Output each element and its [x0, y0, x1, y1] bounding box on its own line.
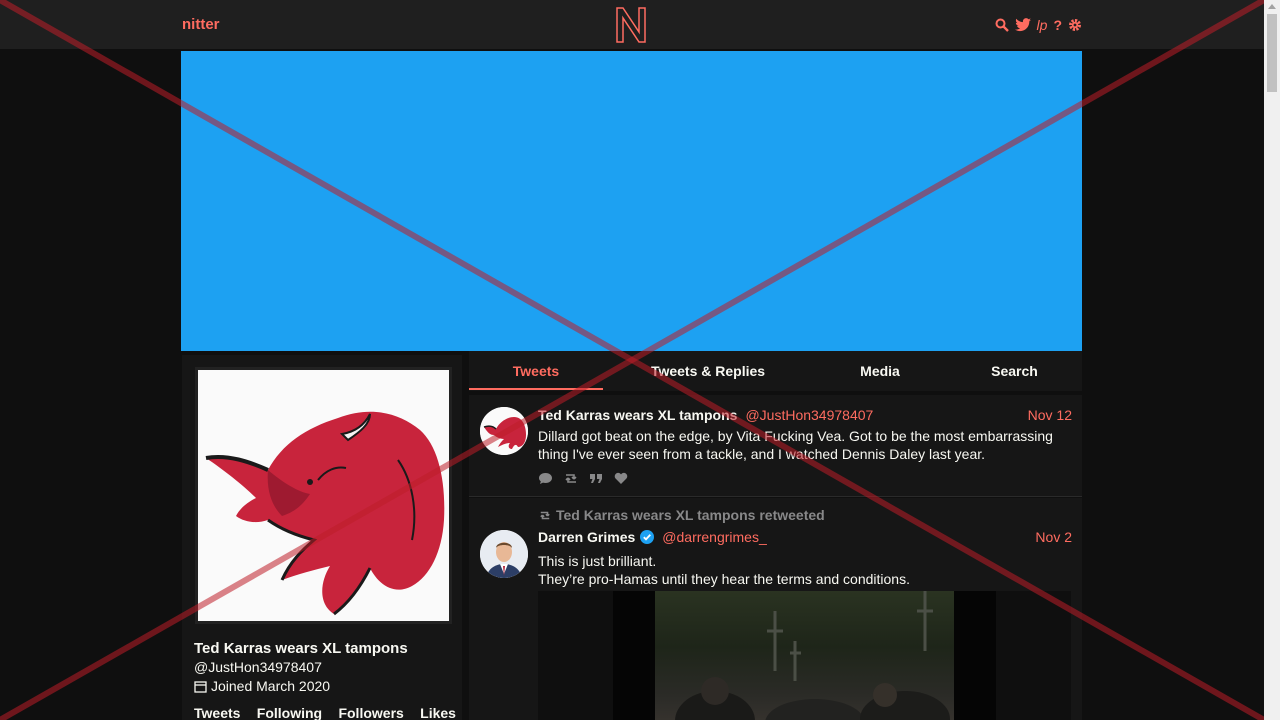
quote-icon[interactable]: [589, 472, 604, 485]
tweet-avatar[interactable]: [480, 407, 528, 455]
calendar-icon: [194, 680, 207, 693]
stat-likes-label[interactable]: Likes: [420, 705, 456, 720]
gear-icon[interactable]: [1068, 18, 1082, 32]
tweet-content-line: They’re pro-Hamas until they hear the te…: [538, 571, 910, 587]
profile-banner[interactable]: [181, 51, 1082, 351]
nav-icons: lp ?: [995, 16, 1082, 34]
scroll-up-arrow-icon[interactable]: [1268, 4, 1276, 9]
verified-icon: [640, 530, 655, 544]
profile-username[interactable]: @JustHon34978407: [194, 659, 322, 675]
tweet-stats: [538, 472, 628, 485]
profile-fullname[interactable]: Ted Karras wears XL tampons: [194, 640, 408, 657]
retweet-icon[interactable]: [563, 472, 579, 485]
search-icon[interactable]: [995, 18, 1009, 32]
profile-avatar[interactable]: [195, 367, 452, 624]
person-avatar-icon: [480, 530, 528, 578]
stat-tweets-label[interactable]: Tweets: [194, 705, 240, 720]
tweet-avatar[interactable]: [480, 530, 528, 578]
tweet-date[interactable]: Nov 12: [1028, 407, 1072, 423]
tweet-content: This is just brilliant. They’re pro-Hama…: [538, 552, 1062, 588]
stat-followers-label[interactable]: Followers: [338, 705, 403, 720]
scrollbar[interactable]: [1264, 0, 1280, 720]
tab-media[interactable]: Media: [813, 351, 947, 391]
tab-tweets-replies[interactable]: Tweets & Replies: [603, 351, 813, 391]
timeline-tabs: Tweets Tweets & Replies Media Search: [469, 351, 1082, 391]
tweet-header: Darren Grimes @darrengrimes_ Nov 2: [538, 529, 1072, 545]
brand-link[interactable]: nitter: [182, 16, 220, 33]
tweet-item[interactable]: Ted Karras wears XL tampons @JustHon3497…: [469, 395, 1082, 497]
bull-logo-icon: [198, 370, 449, 621]
tab-search[interactable]: Search: [947, 351, 1082, 391]
twitter-bird-icon[interactable]: [1014, 18, 1031, 32]
retweet-header-text[interactable]: Ted Karras wears XL tampons retweeted: [556, 507, 825, 523]
comment-icon[interactable]: [538, 472, 553, 485]
tweet-fullname[interactable]: Ted Karras wears XL tampons: [538, 407, 737, 423]
video-thumbnail[interactable]: [655, 591, 954, 720]
bull-avatar-icon: [480, 407, 528, 455]
retweet-icon: [540, 511, 550, 519]
tweet-media[interactable]: [538, 591, 1071, 720]
tweet-username[interactable]: @JustHon34978407: [745, 407, 873, 423]
timeline: Tweets Tweets & Replies Media Search Ted…: [469, 351, 1082, 720]
profile-joindate: Joined March 2020: [194, 678, 330, 694]
tweet-content: Dillard got beat on the edge, by Vita Fu…: [538, 428, 1053, 462]
tab-tweets[interactable]: Tweets: [469, 351, 603, 391]
navbar: nitter lp ?: [0, 0, 1264, 50]
tweet-item[interactable]: Ted Karras wears XL tampons retweeted Da…: [469, 498, 1082, 720]
rss-icon[interactable]: lp: [1037, 16, 1048, 34]
retweet-header: Ted Karras wears XL tampons retweeted: [538, 507, 825, 523]
joindate-text: Joined March 2020: [211, 678, 331, 694]
help-icon[interactable]: ?: [1053, 16, 1062, 34]
scroll-thumb[interactable]: [1267, 14, 1277, 92]
tweet-username[interactable]: @darrengrimes_: [662, 529, 766, 545]
stat-following-label[interactable]: Following: [257, 705, 322, 720]
profile-card: Ted Karras wears XL tampons @JustHon3497…: [182, 355, 462, 720]
profile-stats: Tweets Following Followers Likes: [194, 705, 456, 720]
tweet-content-line: This is just brilliant.: [538, 553, 657, 569]
tweet-fullname[interactable]: Darren Grimes: [538, 529, 635, 545]
tweet-header: Ted Karras wears XL tampons @JustHon3497…: [538, 407, 1072, 423]
tweet-date[interactable]: Nov 2: [1035, 529, 1072, 545]
nitter-logo-icon[interactable]: [614, 6, 648, 44]
like-icon[interactable]: [614, 472, 628, 485]
